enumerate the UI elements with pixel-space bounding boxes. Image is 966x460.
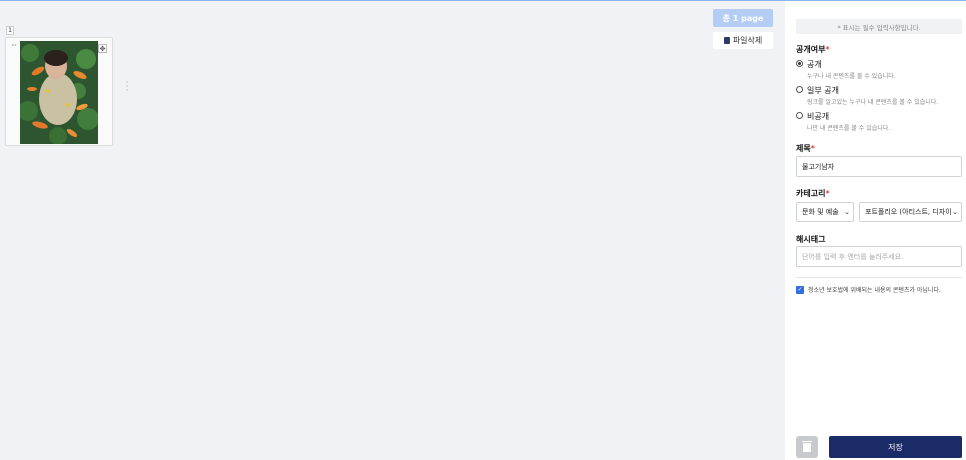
- category-label: 카테고리*: [796, 189, 830, 198]
- option-title: 일부 공개: [807, 86, 839, 95]
- title-label: 제목*: [796, 144, 815, 153]
- delete-file-label: 파일삭제: [732, 36, 763, 45]
- option-description: 나만 내 콘텐츠를 볼 수 있습니다.: [807, 125, 891, 132]
- visibility-label: 공개여부*: [796, 45, 830, 54]
- total-pages-button[interactable]: 총 1 page: [713, 9, 773, 27]
- option-title: 공개: [807, 60, 822, 69]
- drag-handle-icon[interactable]: · · ·: [124, 79, 130, 96]
- radio-icon[interactable]: [796, 112, 803, 119]
- radio-selected-icon[interactable]: [796, 60, 803, 67]
- visibility-option-public[interactable]: 공개 누구나 내 콘텐츠를 볼 수 있습니다.: [796, 59, 896, 80]
- category-primary-select[interactable]: 문화 및 예술 ⌄: [796, 202, 854, 222]
- category-primary-value: 문화 및 예술: [802, 208, 839, 216]
- page-canvas: 총 1 page 파일삭제 1 ··· ✥ · · ·: [0, 1, 785, 460]
- hashtag-input[interactable]: 단어를 입력 후 엔터를 눌러주세요.: [796, 246, 962, 267]
- title-value: 물고기남자: [802, 162, 835, 171]
- save-button[interactable]: 저장: [829, 436, 962, 458]
- title-input[interactable]: 물고기남자: [796, 156, 962, 177]
- chevron-down-icon: ⌄: [844, 208, 850, 216]
- more-options-icon[interactable]: ···: [11, 41, 17, 50]
- option-description: 링크를 알고있는 누구나 내 콘텐츠를 볼 수 있습니다.: [807, 99, 939, 106]
- hashtag-label: 해시태그: [796, 235, 826, 244]
- required-notice: * 표시는 필수 입력사항입니다.: [796, 19, 962, 34]
- hashtag-placeholder: 단어를 입력 후 엔터를 눌러주세요.: [802, 252, 904, 261]
- youth-protection-label: 청소년 보호법에 위배되는 내용의 콘텐츠가 아닙니다.: [808, 287, 941, 294]
- divider: [796, 277, 962, 278]
- category-secondary-value: 포트폴리오 (아티스트, 디자이: [865, 208, 952, 216]
- youth-protection-check[interactable]: ✓ 청소년 보호법에 위배되는 내용의 콘텐츠가 아닙니다.: [796, 285, 941, 294]
- page-thumbnail-card[interactable]: ··· ✥: [5, 37, 113, 146]
- option-description: 누구나 내 콘텐츠를 볼 수 있습니다.: [807, 73, 896, 80]
- delete-file-button[interactable]: 파일삭제: [713, 32, 773, 49]
- visibility-option-partial[interactable]: 일부 공개 링크를 알고있는 누구나 내 콘텐츠를 볼 수 있습니다.: [796, 85, 938, 106]
- settings-panel: * 표시는 필수 입력사항입니다. 공개여부* 공개 누구나 내 콘텐츠를 볼 …: [785, 1, 966, 460]
- chevron-down-icon: ⌄: [952, 208, 958, 216]
- trash-icon: [723, 37, 730, 44]
- delete-button[interactable]: [796, 436, 818, 458]
- category-secondary-select[interactable]: 포트폴리오 (아티스트, 디자이 ⌄: [859, 202, 962, 222]
- move-icon[interactable]: ✥: [98, 44, 107, 53]
- page-number: 1: [6, 26, 14, 35]
- checkbox-checked-icon[interactable]: ✓: [796, 285, 804, 294]
- radio-icon[interactable]: [796, 86, 803, 93]
- option-title: 비공개: [807, 112, 830, 121]
- page-thumbnail-image: [20, 41, 98, 144]
- visibility-option-private[interactable]: 비공개 나만 내 콘텐츠를 볼 수 있습니다.: [796, 111, 890, 132]
- trash-icon: [802, 440, 812, 452]
